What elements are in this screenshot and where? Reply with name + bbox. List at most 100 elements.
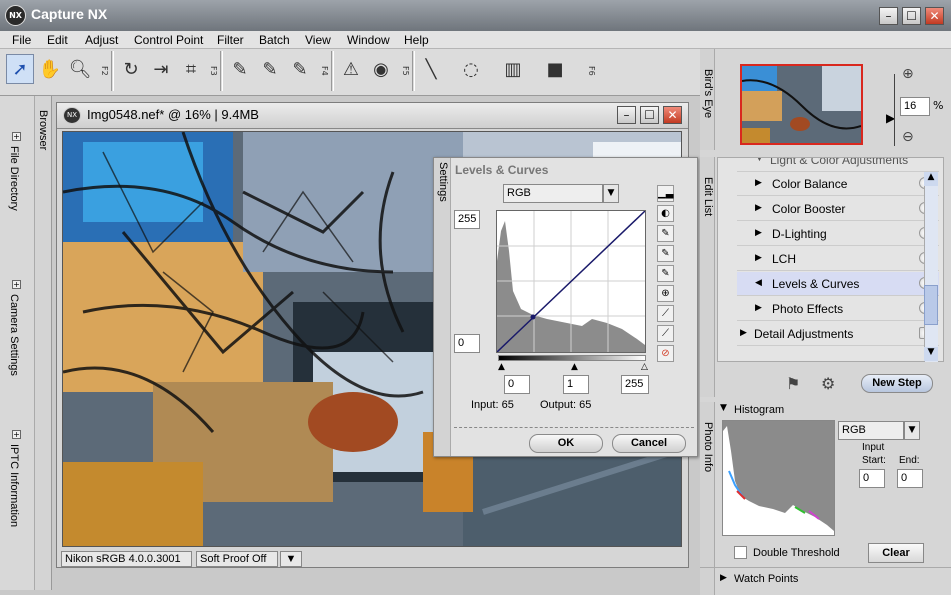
collapse-triangle-icon[interactable]: ▼ [720,403,727,413]
title-bar [0,0,951,31]
edit-item-color-balance[interactable]: ▶ Color Balance [737,172,939,196]
white-point-field[interactable]: 255 [621,375,649,394]
soft-proof-select[interactable]: Soft Proof Off [196,551,278,567]
expand-plus-icon[interactable]: + [12,280,21,289]
contrast-icon[interactable]: ◐ [657,205,674,222]
detail-adjustments-group[interactable]: ▶ Detail Adjustments [737,322,939,346]
linear-curve-icon[interactable]: ⟋ [657,305,674,322]
lasso-tool-icon[interactable]: ◌ [457,54,485,84]
zoom-field[interactable]: 16 [900,97,930,116]
doc-close-button[interactable]: ✕ [663,106,682,124]
light-color-adjustments-group[interactable]: ▼ Light & Color Adjustments [737,158,939,172]
settings-strip: Settings [434,158,451,456]
edit-item-d-lighting[interactable]: ▶ D-Lighting [737,222,939,246]
chevron-down-icon[interactable]: ▼ [280,551,302,567]
edit-item-photo-effects[interactable]: ▶ Photo Effects [737,297,939,321]
black-eyedropper-icon[interactable]: ✎ [657,225,674,242]
edit-item-levels-curves[interactable]: ◀ Levels & Curves [737,272,939,296]
hand-tool-icon[interactable]: ✋ [36,54,64,84]
tab-browser[interactable]: Browser [37,110,49,150]
double-threshold-checkbox[interactable] [734,546,747,559]
menu-adjust[interactable]: Adjust [85,33,118,47]
edit-item-color-booster[interactable]: ▶ Color Booster [737,197,939,221]
expand-plus-icon[interactable]: + [12,430,21,439]
menu-batch[interactable]: Batch [259,33,290,47]
chevron-down-icon[interactable]: ▼ [904,421,920,440]
close-button[interactable]: ✕ [925,7,944,25]
edit-list: ▼ Light & Color Adjustments ▶ Color Balanc… [717,157,944,362]
input-end-field[interactable]: 0 [897,469,923,488]
scroll-up-icon[interactable]: ▲ [924,172,938,186]
chevron-down-icon[interactable]: ▼ [603,184,619,203]
gamma-field[interactable]: 1 [563,375,589,394]
histogram-icon[interactable]: ▁▃ [657,185,674,202]
expand-triangle-icon[interactable]: ▶ [720,573,727,583]
add-anchor-icon[interactable]: ⊕ [657,285,674,302]
scroll-thumb[interactable] [924,285,938,325]
white-slider-handle[interactable]: △ [641,362,648,372]
menu-view[interactable]: View [305,33,331,47]
reset-icon[interactable]: ⊘ [657,345,674,362]
gamma-slider-handle[interactable]: ▲ [571,362,578,372]
maximize-button[interactable]: ☐ [902,7,921,25]
fill-tool-icon[interactable]: ■ [541,54,569,84]
toolbar-group-key: F6 [587,66,596,76]
tab-camera-settings[interactable]: Camera Settings [8,294,20,376]
menu-file[interactable]: File [12,33,31,47]
doc-maximize-button[interactable]: ☐ [640,106,659,124]
black-slider-handle[interactable]: ▲ [498,362,505,372]
ok-button[interactable]: OK [529,434,603,453]
zoom-slider-track[interactable] [894,74,895,146]
neutral-control-point-icon[interactable]: ✎ [256,54,284,84]
menu-help[interactable]: Help [404,33,429,47]
tab-photo-info[interactable]: Photo Info [702,422,714,472]
clear-button[interactable]: Clear [868,543,924,563]
white-control-point-icon[interactable]: ✎ [286,54,314,84]
straighten-tool-icon[interactable]: ⇥ [147,54,175,84]
edit-item-lch[interactable]: ▶ LCH [737,247,939,271]
gear-icon[interactable]: ⚙ [821,374,835,393]
auto-curve-icon[interactable]: ⟋ [657,325,674,342]
gradient-tool-icon[interactable]: ▥ [499,54,527,84]
minimize-button[interactable]: – [879,7,898,25]
output-top-field[interactable]: 255 [454,210,480,229]
zoom-in-icon[interactable]: ⊕ [902,66,920,84]
crop-tool-icon[interactable]: ⌗ [177,54,205,84]
black-point-field[interactable]: 0 [504,375,530,394]
menu-edit[interactable]: Edit [47,33,68,47]
menu-filter[interactable]: Filter [217,33,244,47]
tab-settings[interactable]: Settings [437,162,449,202]
menu-bar: File Edit Adjust Control Point Filter Ba… [0,31,951,49]
edit-list-scrollbar[interactable] [924,172,938,362]
birdseye-thumbnail[interactable] [740,64,863,145]
curve-graph[interactable] [496,210,646,353]
direct-select-tool-icon[interactable]: ➚ [6,54,34,84]
red-eye-tool-icon[interactable]: ⚠ [337,54,365,84]
expand-plus-icon[interactable]: + [12,132,21,141]
output-bottom-field[interactable]: 0 [454,334,480,353]
toolbar-group-key: F3 [209,66,218,76]
scroll-down-icon[interactable]: ▼ [924,347,938,361]
input-start-field[interactable]: 0 [859,469,885,488]
eye-tool-icon[interactable]: ◉ [367,54,395,84]
zoom-tool-icon[interactable]: 🔍︎ [66,54,94,84]
watch-points-label[interactable]: Watch Points [734,573,798,585]
menu-control-point[interactable]: Control Point [134,33,203,47]
gray-eyedropper-icon[interactable]: ✎ [657,245,674,262]
cancel-button[interactable]: Cancel [612,434,686,453]
channel-select[interactable]: RGB [503,184,603,203]
new-step-button[interactable]: New Step [861,374,933,393]
histogram-channel-select[interactable]: RGB [838,421,904,440]
menu-window[interactable]: Window [347,33,390,47]
doc-minimize-button[interactable]: – [617,106,636,124]
flag-icon[interactable]: ⚑ [786,374,800,393]
black-control-point-icon[interactable]: ✎ [226,54,254,84]
white-eyedropper-icon[interactable]: ✎ [657,265,674,282]
brush-tool-icon[interactable]: ╲ [417,54,445,84]
rotate-tool-icon[interactable]: ↻ [117,54,145,84]
tab-birds-eye[interactable]: Bird's Eye [702,69,714,118]
tab-file-directory[interactable]: File Directory [8,146,20,211]
tab-iptc-information[interactable]: IPTC Information [8,444,20,527]
tab-edit-list[interactable]: Edit List [702,177,714,216]
zoom-out-icon[interactable]: ⊖ [902,129,914,145]
